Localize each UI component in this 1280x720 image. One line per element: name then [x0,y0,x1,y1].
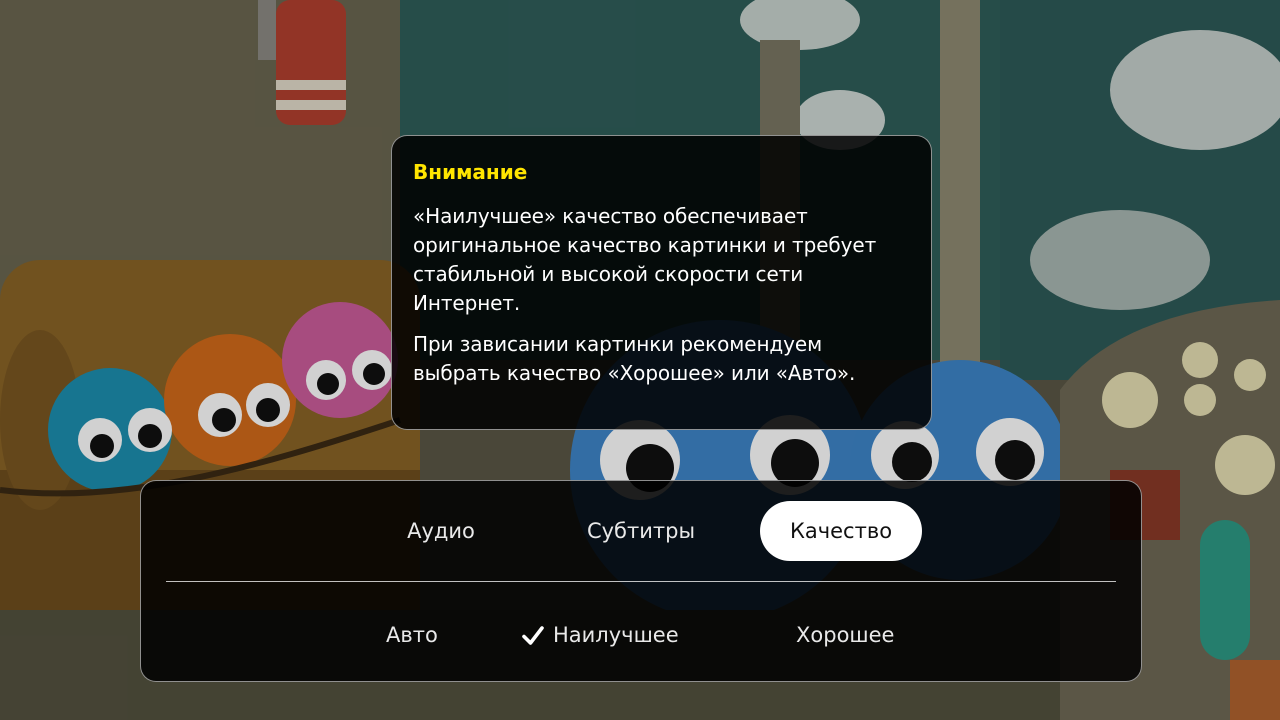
checkmark-icon [521,621,545,645]
quality-option-best-label: Наилучшее [553,623,679,647]
panel-divider [166,581,1116,582]
tab-audio[interactable]: Аудио [381,501,501,561]
quality-option-best[interactable]: Наилучшее [521,615,679,655]
quality-option-auto[interactable]: Авто [386,615,438,655]
playback-settings-panel: Аудио Субтитры Качество Авто Наилучшее Х… [140,480,1142,682]
video-player-screen: Внимание «Наилучшее» качество обеспечива… [0,0,1280,720]
quality-option-good-label: Хорошее [796,623,895,647]
quality-warning-dialog: Внимание «Наилучшее» качество обеспечива… [391,135,932,430]
quality-option-auto-label: Авто [386,623,438,647]
tab-subtitles[interactable]: Субтитры [561,501,721,561]
warning-title: Внимание [413,160,528,184]
warning-paragraph-best-quality: «Наилучшее» качество обеспечивает оригин… [413,204,877,315]
quality-option-good[interactable]: Хорошее [796,615,894,655]
warning-paragraph-recommendation: При зависании картинки рекомендуем выбра… [413,332,856,385]
tab-quality[interactable]: Качество [760,501,922,561]
